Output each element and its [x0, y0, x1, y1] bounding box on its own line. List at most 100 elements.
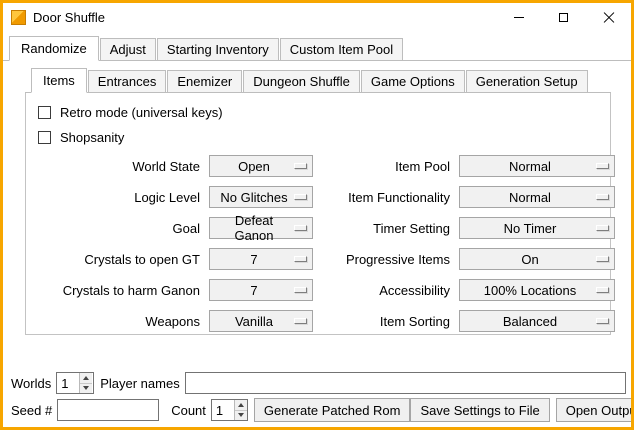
outer-tab-bar: Randomize Adjust Starting Inventory Cust…: [3, 32, 631, 61]
dropdown-progressive-items[interactable]: On: [459, 248, 615, 270]
spin-up-button[interactable]: [80, 373, 92, 383]
label-goal: Goal: [26, 221, 202, 236]
checkbox-box-icon[interactable]: [38, 106, 51, 119]
label-item-sorting: Item Sorting: [320, 314, 452, 329]
dropdown-item-functionality[interactable]: Normal: [459, 186, 615, 208]
spin-down-icon: [238, 413, 244, 417]
spin-arrows: [79, 373, 92, 393]
tab-label: Starting Inventory: [167, 42, 269, 57]
tab-randomize[interactable]: Randomize: [9, 36, 99, 61]
spin-down-icon: [83, 386, 89, 390]
minimize-button[interactable]: [496, 3, 541, 32]
tab-generation-setup[interactable]: Generation Setup: [466, 70, 588, 92]
count-input[interactable]: [212, 400, 234, 420]
dropdown-value: Vanilla: [218, 314, 290, 329]
dropdown-value: Normal: [468, 190, 592, 205]
dropdown-logic-level[interactable]: No Glitches: [209, 186, 313, 208]
dropdown-indicator-icon: [596, 163, 609, 169]
dropdown-value: No Timer: [468, 221, 592, 236]
window-controls: [496, 3, 631, 32]
dropdown-indicator-icon: [294, 256, 307, 262]
player-names-input[interactable]: [185, 372, 626, 394]
spin-arrows: [234, 400, 247, 420]
save-settings-button[interactable]: Save Settings to File: [410, 398, 549, 422]
dropdown-value: 7: [218, 252, 290, 267]
tab-label: Generation Setup: [476, 74, 578, 89]
dropdown-indicator-icon: [596, 256, 609, 262]
checkbox-retro-mode[interactable]: Retro mode (universal keys): [38, 105, 610, 120]
spin-up-button[interactable]: [235, 400, 247, 410]
tab-starting-inventory[interactable]: Starting Inventory: [157, 38, 279, 60]
tab-enemizer[interactable]: Enemizer: [167, 70, 242, 92]
dropdown-indicator-icon: [596, 225, 609, 231]
close-icon: [603, 12, 615, 24]
dropdown-world-state[interactable]: Open: [209, 155, 313, 177]
bottom-bar: Worlds Player names Seed # Count: [3, 369, 631, 427]
titlebar[interactable]: Door Shuffle: [3, 3, 631, 32]
dropdown-value: 7: [218, 283, 290, 298]
player-names-label: Player names: [100, 376, 179, 391]
checkbox-box-icon[interactable]: [38, 131, 51, 144]
seed-label: Seed #: [11, 403, 52, 418]
close-button[interactable]: [586, 3, 631, 32]
count-spinbox[interactable]: [211, 399, 248, 421]
label-weapons: Weapons: [26, 314, 202, 329]
dropdown-item-pool[interactable]: Normal: [459, 155, 615, 177]
label-accessibility: Accessibility: [320, 283, 452, 298]
dropdown-value: On: [468, 252, 592, 267]
dropdown-indicator-icon: [596, 194, 609, 200]
spin-down-button[interactable]: [80, 383, 92, 394]
items-panel: Retro mode (universal keys) Shopsanity W…: [25, 93, 611, 335]
dropdown-timer-setting[interactable]: No Timer: [459, 217, 615, 239]
window-title: Door Shuffle: [33, 10, 105, 25]
dropdown-indicator-icon: [294, 194, 307, 200]
dropdown-goal[interactable]: Defeat Ganon: [209, 217, 313, 239]
tab-entrances[interactable]: Entrances: [88, 70, 167, 92]
dropdown-accessibility[interactable]: 100% Locations: [459, 279, 615, 301]
dropdown-value: Normal: [468, 159, 592, 174]
seed-input[interactable]: [57, 399, 159, 421]
label-crystals-open-gt: Crystals to open GT: [26, 252, 202, 267]
checkbox-label: Retro mode (universal keys): [60, 105, 223, 120]
tab-adjust[interactable]: Adjust: [100, 38, 156, 60]
dropdown-weapons[interactable]: Vanilla: [209, 310, 313, 332]
tab-custom-item-pool[interactable]: Custom Item Pool: [280, 38, 403, 60]
seed-row: Seed # Count Generate Patched Rom Save S…: [8, 398, 626, 422]
dropdown-value: Open: [218, 159, 290, 174]
randomize-panel: Items Entrances Enemizer Dungeon Shuffle…: [25, 68, 611, 335]
tab-label: Adjust: [110, 42, 146, 57]
maximize-icon: [559, 13, 568, 22]
spin-up-icon: [238, 403, 244, 407]
label-crystals-harm-ganon: Crystals to harm Ganon: [26, 283, 202, 298]
checkbox-label: Shopsanity: [60, 130, 124, 145]
tab-label: Randomize: [21, 41, 87, 56]
maximize-button[interactable]: [541, 3, 586, 32]
dropdown-value: No Glitches: [218, 190, 290, 205]
dropdown-indicator-icon: [294, 318, 307, 324]
dropdown-indicator-icon: [596, 287, 609, 293]
dropdown-indicator-icon: [294, 163, 307, 169]
label-world-state: World State: [26, 159, 202, 174]
dropdown-item-sorting[interactable]: Balanced: [459, 310, 615, 332]
label-progressive-items: Progressive Items: [320, 252, 452, 267]
dropdown-indicator-icon: [294, 287, 307, 293]
dropdown-indicator-icon: [294, 225, 307, 231]
inner-tab-bar: Items Entrances Enemizer Dungeon Shuffle…: [25, 68, 611, 93]
checkbox-shopsanity[interactable]: Shopsanity: [38, 130, 610, 145]
tab-game-options[interactable]: Game Options: [361, 70, 465, 92]
dropdown-crystals-harm-ganon[interactable]: 7: [209, 279, 313, 301]
spin-down-button[interactable]: [235, 410, 247, 421]
generate-patched-rom-button[interactable]: Generate Patched Rom: [254, 398, 411, 422]
dropdown-crystals-open-gt[interactable]: 7: [209, 248, 313, 270]
tab-items[interactable]: Items: [31, 68, 87, 93]
tab-dungeon-shuffle[interactable]: Dungeon Shuffle: [243, 70, 360, 92]
tab-label: Dungeon Shuffle: [253, 74, 350, 89]
tab-label: Items: [43, 73, 75, 88]
worlds-spinbox[interactable]: [56, 372, 94, 394]
label-logic-level: Logic Level: [26, 190, 202, 205]
tab-label: Entrances: [98, 74, 157, 89]
open-output-directory-button[interactable]: Open Output Directory: [556, 398, 634, 422]
worlds-input[interactable]: [57, 373, 79, 393]
spin-up-icon: [83, 376, 89, 380]
options-grid: World State Open Item Pool Normal Logic …: [26, 155, 610, 332]
